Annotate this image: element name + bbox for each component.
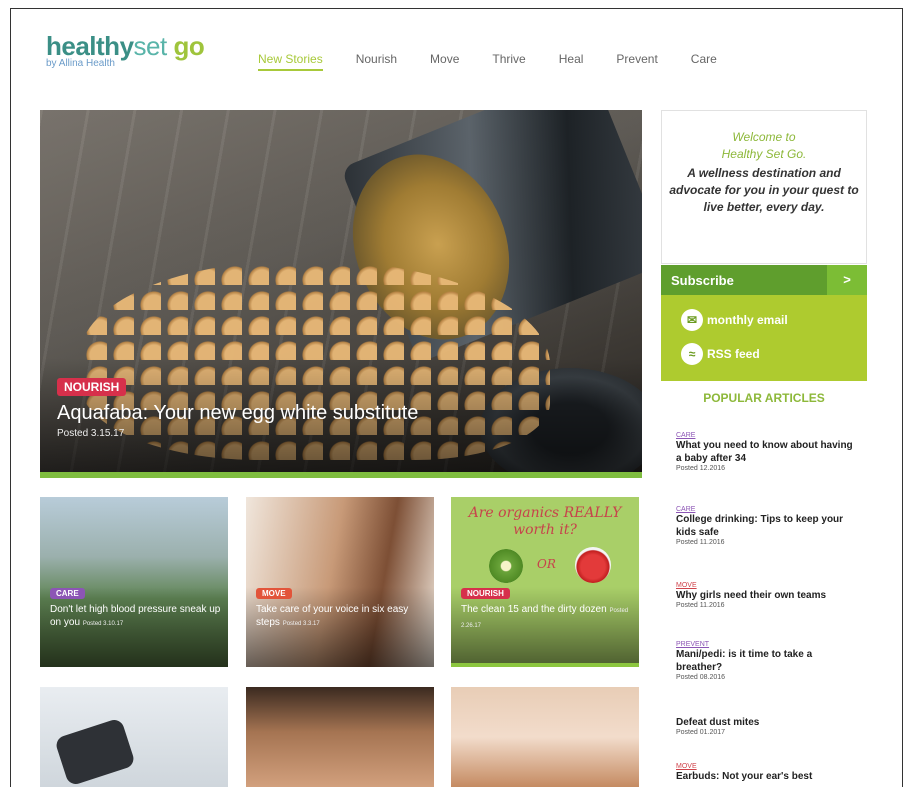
hero-category-badge[interactable]: NOURISH: [57, 378, 127, 396]
welcome-box: Welcome to Healthy Set Go. A wellness de…: [661, 110, 867, 264]
subscribe-label: Subscribe: [671, 273, 734, 288]
logo-word-set: set: [133, 31, 168, 61]
monthly-email-label: monthly email: [707, 313, 788, 327]
popular-article[interactable]: MOVE Earbuds: Not your ear's best: [676, 763, 856, 783]
card-title[interactable]: Don't let high blood pressure sneak up o…: [50, 603, 222, 631]
popular-article-title[interactable]: Why girls need their own teams: [676, 589, 856, 602]
rss-feed-link[interactable]: ≈ RSS feed: [681, 343, 760, 365]
nav-nourish[interactable]: Nourish: [356, 52, 397, 71]
popular-article-category[interactable]: CARE: [676, 506, 856, 513]
popular-article-title[interactable]: Defeat dust mites: [676, 716, 856, 729]
subscribe-arrow-icon[interactable]: >: [827, 265, 867, 295]
nav-thrive[interactable]: Thrive: [492, 52, 525, 71]
hero-posted-date: Posted 3.15.17: [57, 428, 125, 439]
hero-accent-bar: [40, 472, 642, 478]
card-title-text: The clean 15 and the dirty dozen: [461, 604, 607, 615]
card-accent-bar: [451, 663, 639, 667]
email-icon: ✉: [681, 309, 703, 331]
rss-icon: ≈: [681, 343, 703, 365]
card-title-text: Don't let high blood pressure sneak up o…: [50, 604, 221, 628]
card-category-badge[interactable]: MOVE: [256, 588, 292, 599]
nav-heal[interactable]: Heal: [559, 52, 584, 71]
monthly-email-link[interactable]: ✉ monthly email: [681, 309, 788, 331]
popular-article-title[interactable]: College drinking: Tips to keep your kids…: [676, 513, 856, 539]
popular-article[interactable]: Defeat dust mites Posted 01.2017: [676, 716, 856, 736]
nav-care[interactable]: Care: [691, 52, 717, 71]
card-posted-date: Posted 3.10.17: [82, 621, 124, 627]
popular-article-category[interactable]: MOVE: [676, 582, 856, 589]
card-posted-date: Posted 3.3.17: [282, 621, 320, 627]
card-category-badge[interactable]: NOURISH: [461, 588, 510, 599]
welcome-line2: Healthy Set Go.: [721, 147, 807, 161]
card-title-text: Take care of your voice in six easy step…: [256, 604, 409, 628]
welcome-line1: Welcome to: [732, 130, 796, 144]
brand-logo[interactable]: healthyset go by Allina Health: [46, 31, 205, 69]
strawberry-image: [575, 547, 611, 583]
card-image-headline: Are organics REALLY worth it?: [468, 505, 622, 538]
story-card-girl[interactable]: [451, 687, 639, 787]
subscribe-bar[interactable]: Subscribe >: [661, 265, 867, 295]
popular-article-posted: Posted 01.2017: [676, 729, 726, 736]
popular-article-category[interactable]: MOVE: [676, 763, 856, 770]
story-card-earbuds[interactable]: [246, 687, 434, 787]
rss-feed-label: RSS feed: [707, 347, 760, 361]
story-card-organics[interactable]: Are organics REALLY worth it? OR NOURISH…: [451, 497, 639, 667]
popular-article-posted: Posted 08.2016: [676, 674, 726, 681]
welcome-body: A wellness destination and advocate for …: [669, 166, 859, 214]
main-nav: New Stories Nourish Move Thrive Heal Pre…: [258, 52, 750, 71]
nav-new-stories[interactable]: New Stories: [258, 52, 323, 71]
popular-articles-heading: POPULAR ARTICLES: [703, 391, 825, 405]
card-category-badge[interactable]: CARE: [50, 588, 85, 599]
popular-article-title[interactable]: Earbuds: Not your ear's best: [676, 770, 856, 783]
logo-word-healthy: healthy: [46, 31, 134, 61]
popular-article[interactable]: MOVE Why girls need their own teams Post…: [676, 582, 856, 609]
kiwi-image: [489, 549, 523, 583]
subscribe-options: ✉ monthly email ≈ RSS feed: [661, 295, 867, 381]
card-title[interactable]: Take care of your voice in six easy step…: [256, 603, 428, 631]
card-image-or: OR: [537, 557, 556, 571]
popular-article[interactable]: PREVENT Mani/pedi: is it time to take a …: [676, 641, 856, 681]
popular-article-category[interactable]: PREVENT: [676, 641, 856, 648]
nav-prevent[interactable]: Prevent: [616, 52, 657, 71]
popular-article-title[interactable]: Mani/pedi: is it time to take a breather…: [676, 648, 856, 674]
nav-move[interactable]: Move: [430, 52, 459, 71]
story-card-voice[interactable]: MOVE Take care of your voice in six easy…: [246, 497, 434, 667]
popular-article[interactable]: CARE What you need to know about having …: [676, 432, 856, 472]
logo-word-go: go: [173, 31, 205, 61]
glucose-meter-image: [53, 717, 137, 787]
hero-feature[interactable]: NOURISH Aquafaba: Your new egg white sub…: [40, 110, 642, 478]
story-card-glucose[interactable]: [40, 687, 228, 787]
card-title[interactable]: The clean 15 and the dirty dozen Posted …: [461, 603, 633, 633]
popular-article-title[interactable]: What you need to know about having a bab…: [676, 439, 856, 465]
popular-article-posted: Posted 11.2016: [676, 602, 725, 609]
story-card-blood-pressure[interactable]: CARE Don't let high blood pressure sneak…: [40, 497, 228, 667]
hero-title[interactable]: Aquafaba: Your new egg white substitute: [57, 402, 418, 425]
popular-article[interactable]: CARE College drinking: Tips to keep your…: [676, 506, 856, 546]
popular-article-posted: Posted 11.2016: [676, 539, 725, 546]
popular-article-category[interactable]: CARE: [676, 432, 856, 439]
popular-article-posted: Posted 12.2016: [676, 465, 726, 472]
